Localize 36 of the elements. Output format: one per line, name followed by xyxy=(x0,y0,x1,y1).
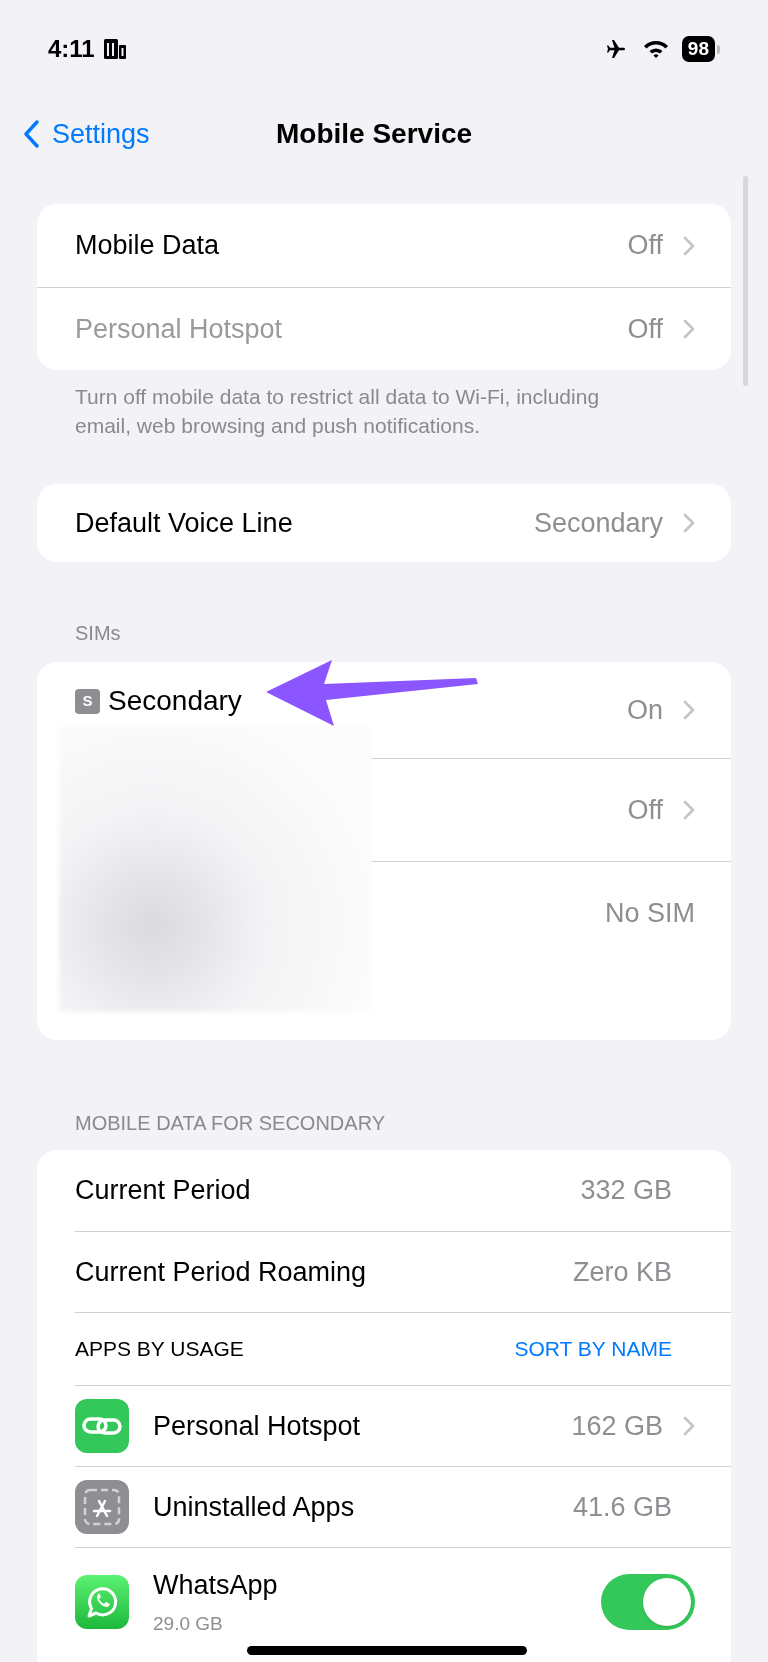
sim-badge: S xyxy=(75,688,100,714)
row-value: Zero KB xyxy=(572,1255,672,1289)
sim-row[interactable]: Off xyxy=(371,759,731,861)
footer-note: Turn off mobile data to restrict all data to Wi-Fi, including email, web browsing and push notifications. xyxy=(75,384,601,439)
app-name: WhatsApp xyxy=(153,1569,279,1602)
page-title: Mobile Service xyxy=(276,117,473,151)
app-name: Uninstalled Apps xyxy=(153,1490,356,1524)
chevron-icon xyxy=(683,513,695,533)
battery-tip-icon xyxy=(717,44,720,54)
link-icon xyxy=(75,1399,129,1453)
back-button[interactable]: Settings xyxy=(0,113,150,155)
app-usage: 162 GB xyxy=(571,1409,663,1443)
settings-row[interactable]: Default Voice Line Secondary xyxy=(37,484,731,562)
chevron-icon xyxy=(683,700,695,720)
battery-level: 98 xyxy=(681,36,715,62)
sim-row[interactable]: No SIM xyxy=(371,862,731,964)
building-icon xyxy=(102,38,127,60)
back-chevron-icon xyxy=(24,120,40,148)
app-name: Personal Hotspot xyxy=(153,1409,362,1443)
app-usage: 29.0 GB xyxy=(153,1611,224,1636)
row-label: Current Period Roaming xyxy=(75,1255,368,1289)
apps-header: APPS BY USAGE xyxy=(75,1336,245,1363)
chevron-icon xyxy=(683,235,695,256)
row-value: 332 GB xyxy=(580,1174,672,1208)
app-usage: 41.6 GB xyxy=(572,1490,672,1524)
status-time: 4:11 xyxy=(48,34,95,64)
app-store-icon xyxy=(75,1480,129,1534)
section-header: MOBILE DATA FOR SECONDARY xyxy=(75,1112,386,1134)
sort-button[interactable]: SORT BY NAME xyxy=(514,1333,672,1365)
phone-bubble-icon xyxy=(75,1574,129,1629)
section-header: SIMs xyxy=(75,622,121,644)
chevron-icon xyxy=(683,800,695,820)
settings-row[interactable]: Mobile Data Off xyxy=(37,204,731,287)
chevron-icon xyxy=(683,1416,695,1436)
chevron-icon xyxy=(683,319,695,339)
row-label: Current Period xyxy=(75,1174,252,1208)
